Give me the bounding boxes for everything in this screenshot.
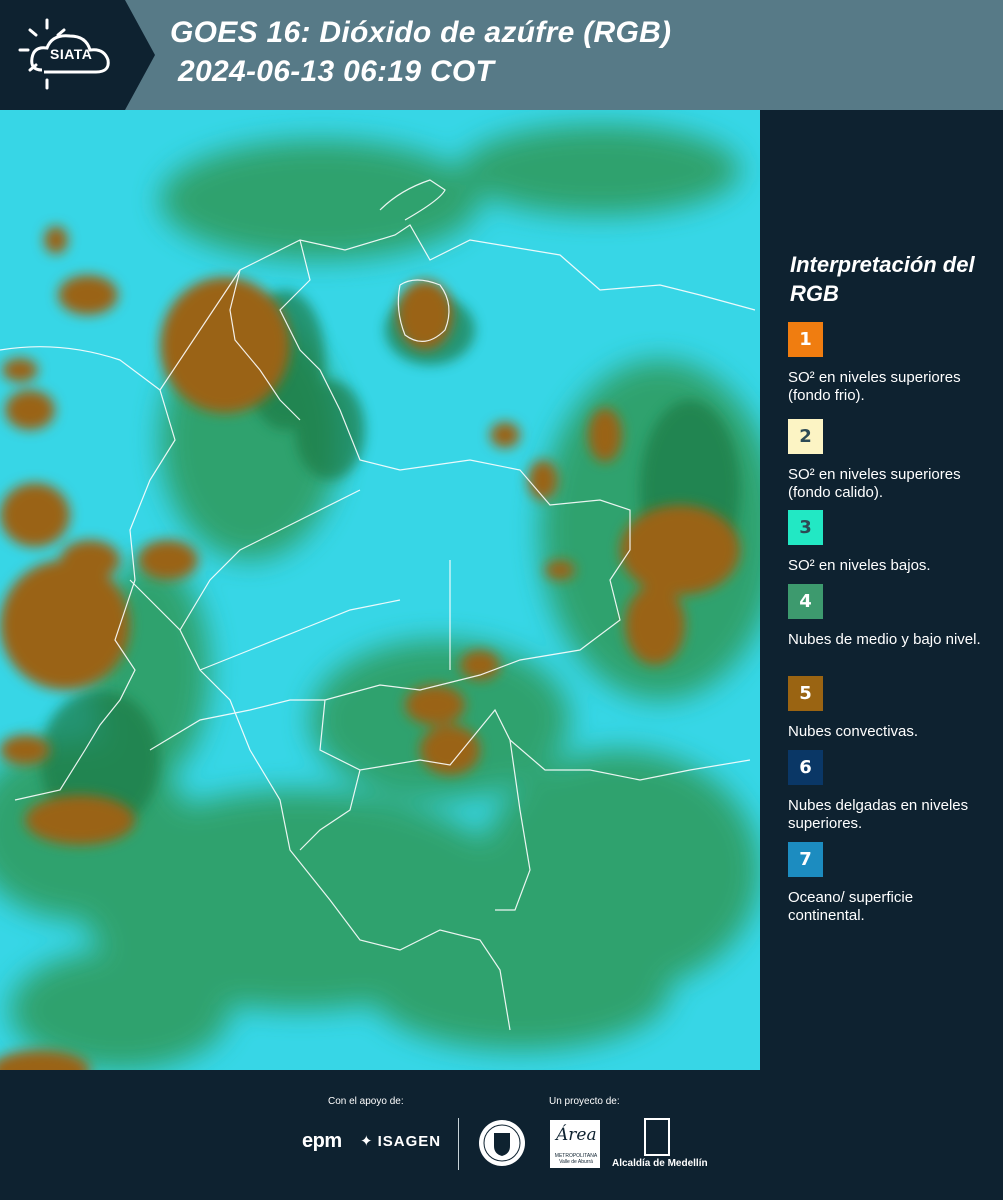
legend-label-5: Nubes convectivas. — [788, 723, 919, 740]
page-title: GOES 16: Dióxido de azúfre (RGB) — [170, 16, 672, 49]
header-bar: SIATA GOES 16: Dióxido de azúfre (RGB) 2… — [0, 0, 1003, 110]
legend-swatch-1: 1 — [788, 322, 823, 357]
alcaldia-logo-text: Alcaldía de Medellín — [612, 1158, 708, 1169]
siata-logo-text: SIATA — [50, 46, 93, 62]
legend-label-2: SO² en niveles superiores (fondo calido)… — [788, 466, 961, 501]
support-label: Con el apoyo de: — [328, 1096, 404, 1107]
legend-swatch-3: 3 — [788, 510, 823, 545]
isagen-icon: ✦ — [360, 1133, 374, 1150]
legend-item-5: 5 Nubes convectivas. — [788, 676, 988, 741]
legend-item-7: 7 Oceano/ superficie continental. — [788, 842, 988, 925]
legend-item-3: 3 SO² en niveles bajos. — [788, 510, 988, 575]
area-logo-text: Área — [556, 1125, 597, 1145]
legend-item-1: 1 SO² en niveles superiores (fondo frio)… — [788, 322, 988, 405]
alcaldia-shield-icon — [644, 1118, 670, 1156]
legend-label-3: SO² en niveles bajos. — [788, 557, 931, 574]
satellite-map — [0, 110, 760, 1070]
legend-item-4: 4 Nubes de medio y bajo nivel. — [788, 584, 988, 649]
legend-swatch-4: 4 — [788, 584, 823, 619]
legend-item-6: 6 Nubes delgadas en niveles superiores. — [788, 750, 988, 833]
legend-label-6: Nubes delgadas en niveles superiores. — [788, 797, 969, 832]
medellin-seal-icon — [477, 1118, 527, 1173]
epm-logo: epm — [302, 1130, 342, 1152]
legend-item-2: 2 SO² en niveles superiores (fondo calid… — [788, 419, 988, 502]
legend-swatch-7: 7 — [788, 842, 823, 877]
legend-label-4: Nubes de medio y bajo nivel. — [788, 631, 981, 648]
siata-logo: SIATA — [0, 0, 155, 110]
isagen-logo-text: ISAGEN — [377, 1132, 442, 1150]
legend-label-1: SO² en niveles superiores (fondo frio). — [788, 369, 961, 404]
footer-bar: Con el apoyo de: Un proyecto de: epm ✦ I… — [0, 1070, 1003, 1200]
footer-divider — [458, 1118, 459, 1170]
isagen-logo: ✦ ISAGEN — [360, 1132, 442, 1151]
legend-panel: Interpretación del RGB 1 SO² en niveles … — [760, 110, 1003, 1070]
legend-swatch-6: 6 — [788, 750, 823, 785]
area-logo-subtext: METROPOLITANA Valle de Aburrá — [554, 1153, 598, 1165]
legend-label-7: Oceano/ superficie continental. — [788, 889, 914, 924]
legend-swatch-2: 2 — [788, 419, 823, 454]
project-label: Un proyecto de: — [549, 1096, 620, 1107]
legend-swatch-5: 5 — [788, 676, 823, 711]
page-datetime: 2024-06-13 06:19 COT — [178, 55, 495, 88]
legend-title: Interpretación del RGB — [790, 252, 975, 306]
